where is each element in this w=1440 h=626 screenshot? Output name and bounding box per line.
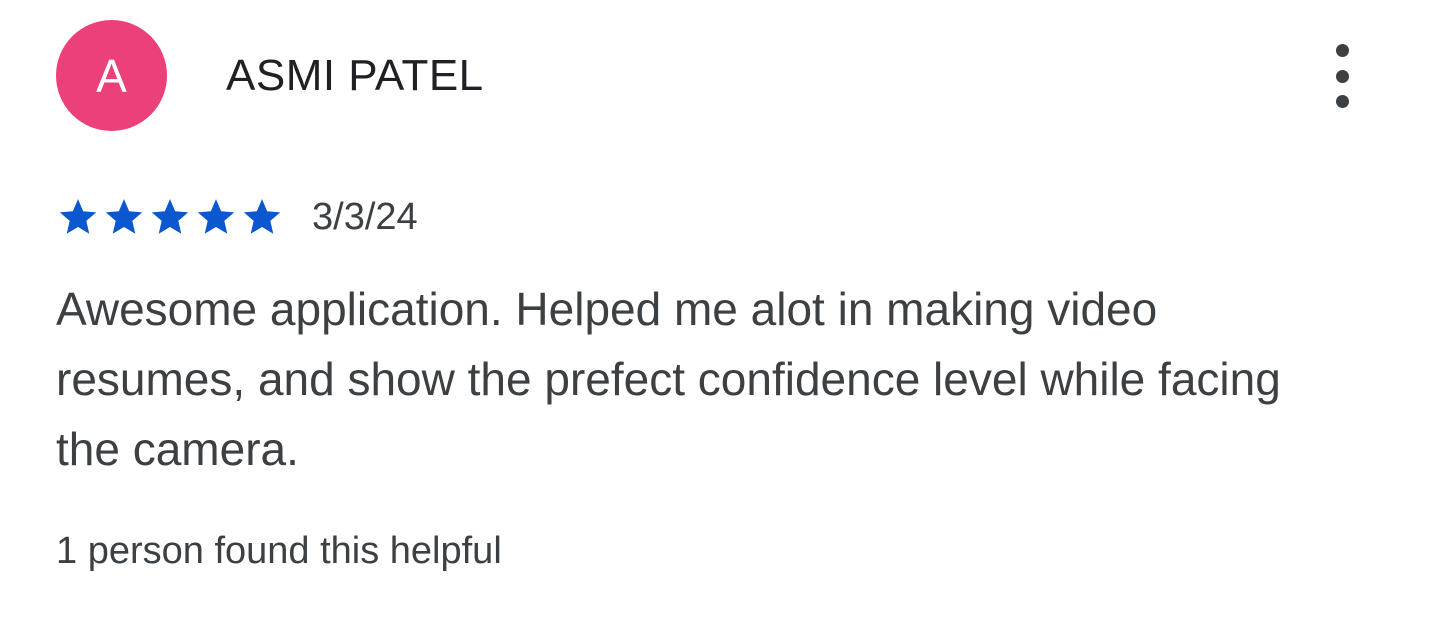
more-vert-icon-dot-2 [1335, 69, 1349, 83]
star-icon [148, 196, 192, 238]
star-icon [240, 196, 284, 238]
rating-row: 3/3/24 [56, 196, 418, 238]
star-icon [102, 196, 146, 238]
star-rating [56, 196, 284, 238]
star-icon [56, 196, 100, 238]
author-name: ASMI PATEL [226, 51, 484, 100]
review-card: A ASMI PATEL 3/3/24 Awesome application.… [0, 0, 1440, 626]
star-icon [194, 196, 238, 238]
helpful-count: 1 person found this helpful [56, 530, 502, 572]
avatar: A [56, 20, 167, 131]
more-options-button[interactable] [1320, 44, 1364, 108]
more-vert-icon-dot-3 [1335, 95, 1349, 108]
avatar-initial: A [96, 49, 127, 102]
more-vert-icon-dot-1 [1335, 44, 1349, 57]
review-date: 3/3/24 [312, 196, 418, 238]
review-text: Awesome application. Helped me alot in m… [56, 283, 1281, 475]
